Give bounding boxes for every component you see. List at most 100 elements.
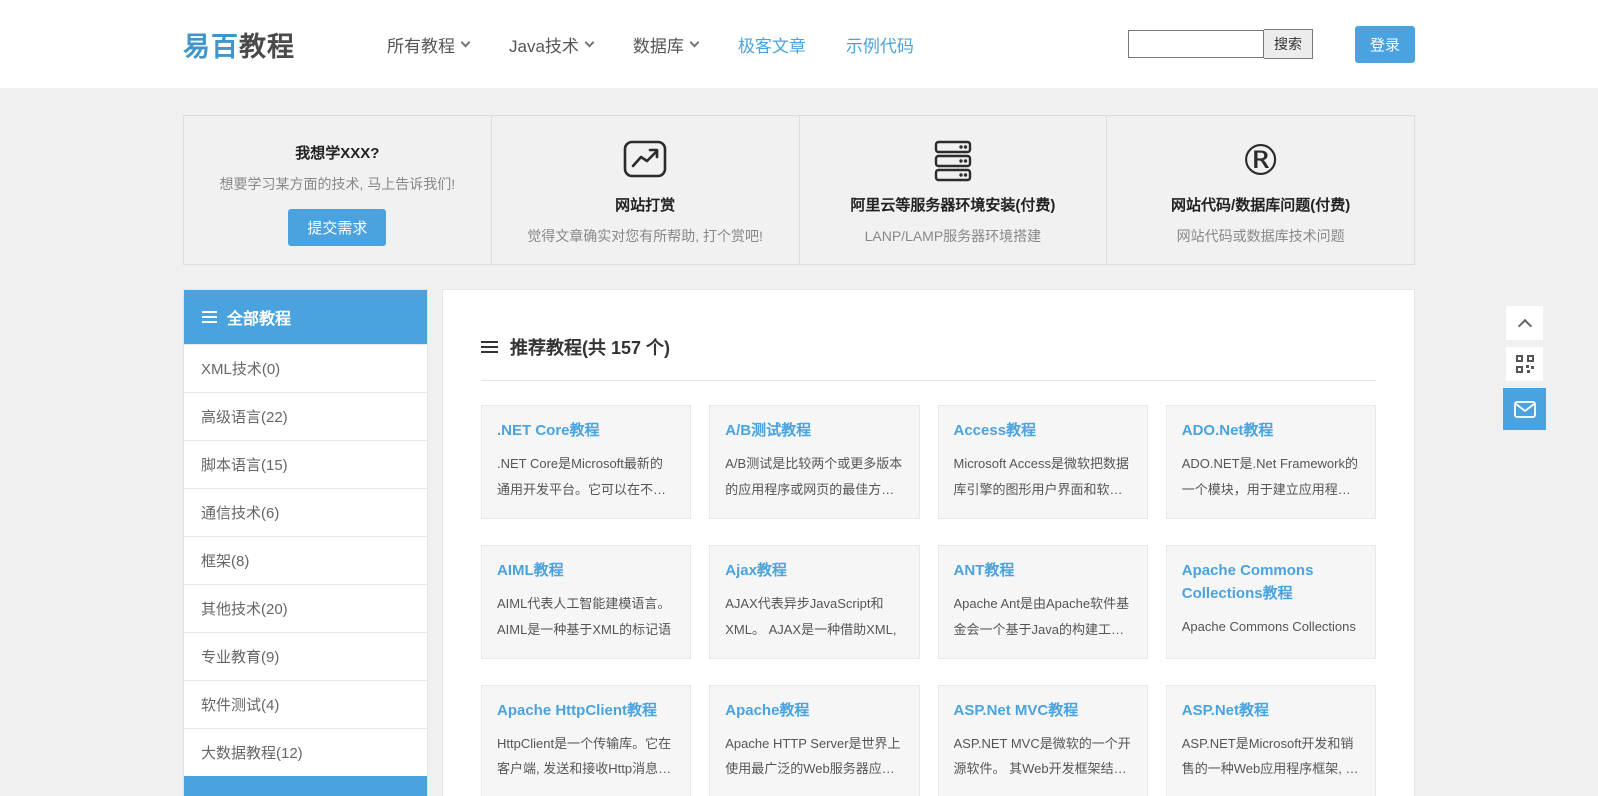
sidebar-item-xml[interactable]: XML技术(0) <box>184 344 427 392</box>
panel-title: 推荐教程 <box>510 338 582 358</box>
nav-item-database[interactable]: 数据库 <box>633 32 700 57</box>
sidebar-item-label: 脚本语言(15) <box>201 457 288 474</box>
tutorial-card-title[interactable]: ASP.Net教程 <box>1182 699 1360 722</box>
tutorial-card[interactable]: ASP.Net MVC教程 ASP.NET MVC是微软的一个开源软件。 其We… <box>937 684 1148 796</box>
tutorial-card-desc: A/B测试是比较两个或更多版本的应用程序或网页的最佳方式之一。 <box>725 456 903 497</box>
nav-item-java[interactable]: Java技术 <box>509 32 595 57</box>
registered-trademark-icon: ® <box>1239 136 1283 186</box>
tutorial-card-title[interactable]: Access教程 <box>954 419 1132 442</box>
tutorial-card-title[interactable]: .NET Core教程 <box>497 419 675 442</box>
promo-title: 我想学XXX? <box>295 145 380 162</box>
nav-item-sample-code[interactable]: 示例代码 <box>846 32 914 57</box>
tutorial-card[interactable]: A/B测试教程 A/B测试是比较两个或更多版本的应用程序或网页的最佳方式之一。 <box>709 405 920 519</box>
nav-item-geek-articles[interactable]: 极客文章 <box>738 32 806 57</box>
tutorial-card-desc: AIML代表人工智能建模语言。AIML是一种基于XML的标记语 <box>497 596 672 637</box>
promo-title: 网站代码/数据库问题(付费) <box>1171 197 1351 214</box>
contact-mail-button[interactable] <box>1503 388 1546 430</box>
tutorial-card-desc: Apache Ant是由Apache软件基金会一个基于Java的构建工具。 <box>953 596 1130 637</box>
login-button[interactable]: 登录 <box>1354 25 1415 63</box>
tutorial-card-grid: .NET Core教程 .NET Core是Microsoft最新的通用开发平台… <box>481 405 1376 796</box>
tutorial-card-desc: .NET Core是Microsoft最新的通用开发平台。它可以在不同的平台 <box>497 456 667 497</box>
sidebar-item-advanced-languages[interactable]: 高级语言(22) <box>184 392 427 440</box>
nav-item-all-tutorials[interactable]: 所有教程 <box>387 32 471 57</box>
sidebar-item-label: 其他技术(20) <box>201 601 288 618</box>
tutorial-card-title[interactable]: Ajax教程 <box>725 559 903 582</box>
tutorial-card-desc: ASP.NET MVC是微软的一个开源软件。 其Web开发框架结合了 <box>953 736 1131 777</box>
nav-item-label: Java技术 <box>509 36 579 56</box>
tutorial-card-title[interactable]: Apache Commons Collections教程 <box>1182 559 1360 606</box>
tutorial-card-desc: AJAX代表异步JavaScript和XML。 AJAX是一种借助XML, <box>725 596 897 637</box>
nav-item-label: 极客文章 <box>737 36 806 56</box>
qr-code-button[interactable] <box>1506 347 1543 381</box>
tutorial-card[interactable]: Ajax教程 AJAX代表异步JavaScript和XML。 AJAX是一种借助… <box>709 544 920 659</box>
submit-request-button[interactable]: 提交需求 <box>288 209 387 246</box>
search-box: 搜索 <box>1127 29 1313 59</box>
promo-desc: 觉得文章确实对您有所帮助, 打个赏吧! <box>527 228 763 244</box>
main-content: 全部教程 XML技术(0) 高级语言(22) 脚本语言(15) 通信技术(6) … <box>183 289 1415 796</box>
divider <box>481 380 1376 381</box>
tutorial-card-title[interactable]: A/B测试教程 <box>725 419 903 442</box>
site-logo[interactable]: 易百教程 <box>183 25 295 64</box>
main-nav: 所有教程 Java技术 数据库 极客文章 示例代码 <box>387 32 914 57</box>
search-input[interactable] <box>1127 30 1264 58</box>
tutorial-card[interactable]: Apache教程 Apache HTTP Server是世界上使用最广泛的Web… <box>709 684 920 796</box>
tutorial-card-title[interactable]: AIML教程 <box>497 559 675 582</box>
panel-count: (共 157 个) <box>582 338 671 358</box>
promo-strip: 我想学XXX? 想要学习某方面的技术, 马上告诉我们! 提交需求 网站打赏 觉得… <box>183 115 1415 265</box>
logo-text-secondary: 教程 <box>239 31 295 62</box>
chevron-down-icon <box>460 37 471 47</box>
sidebar-header-all-tutorials[interactable]: 全部教程 <box>184 290 427 344</box>
tutorial-card[interactable]: ASP.Net教程 ASP.NET是Microsoft开发和销售的一种Web应用… <box>1165 684 1376 796</box>
promo-title: 阿里云等服务器环境安装(付费) <box>850 197 1056 214</box>
floating-toolbar <box>1503 306 1546 430</box>
sidebar-item-communication[interactable]: 通信技术(6) <box>184 488 427 536</box>
tutorial-card[interactable]: ANT教程 Apache Ant是由Apache软件基金会一个基于Java的构建… <box>937 544 1148 659</box>
chevron-up-icon <box>1517 318 1532 333</box>
recommended-tutorials-panel: 推荐教程 (共 157 个) .NET Core教程 .NET Core是Mic… <box>442 289 1415 796</box>
sidebar-item-label: 大数据教程(12) <box>201 745 303 762</box>
sidebar-item-label: XML技术(0) <box>201 361 281 378</box>
promo-box-paid-help: ® 网站代码/数据库问题(付费) 网站代码或数据库技术问题 <box>1106 116 1414 264</box>
sidebar-item-big-data[interactable]: 大数据教程(12) <box>184 728 427 776</box>
sidebar-item-label: 通信技术(6) <box>201 505 280 522</box>
promo-box-request: 我想学XXX? 想要学习某方面的技术, 马上告诉我们! 提交需求 <box>184 116 491 264</box>
sidebar-item-software-testing[interactable]: 软件测试(4) <box>184 680 427 728</box>
tutorial-card[interactable]: Access教程 Microsoft Access是微软把数据库引擎的图形用户界… <box>937 405 1148 519</box>
recommended-tutorials-header: 推荐教程 (共 157 个) <box>481 334 1376 360</box>
envelope-icon <box>1513 400 1536 418</box>
logo-text-primary: 易百 <box>183 31 239 62</box>
tutorial-card-title[interactable]: Apache教程 <box>725 699 903 722</box>
tutorial-card[interactable]: Apache HttpClient教程 HttpClient是一个传输库。它在客… <box>481 684 692 796</box>
back-to-top-button[interactable] <box>1506 306 1543 340</box>
tutorial-card-title[interactable]: ANT教程 <box>954 559 1132 582</box>
tutorial-card-title[interactable]: ASP.Net MVC教程 <box>954 699 1132 722</box>
sidebar-item-label: 高级语言(22) <box>201 409 288 426</box>
qr-code-icon <box>1515 355 1534 373</box>
tutorial-card-title[interactable]: Apache HttpClient教程 <box>497 699 675 722</box>
sidebar-header-label: 全部教程 <box>227 311 292 328</box>
tutorial-card-desc: Microsoft Access是微软把数据库引擎的图形用户界面和软件开发工具 <box>953 456 1130 497</box>
sidebar-item-frameworks[interactable]: 框架(8) <box>184 536 427 584</box>
sidebar-item-label: 框架(8) <box>201 553 250 570</box>
tutorial-card[interactable]: .NET Core教程 .NET Core是Microsoft最新的通用开发平台… <box>481 405 692 519</box>
promo-desc: 网站代码或数据库技术问题 <box>1176 228 1345 244</box>
sidebar-item-professional-education[interactable]: 专业教育(9) <box>184 632 427 680</box>
tutorial-card[interactable]: AIML教程 AIML代表人工智能建模语言。AIML是一种基于XML的标记语 <box>481 544 692 659</box>
promo-desc: LANP/LAMP服务器环境搭建 <box>864 228 1042 244</box>
server-stack-icon <box>930 138 976 184</box>
promo-box-donate: 网站打赏 觉得文章确实对您有所帮助, 打个赏吧! <box>490 116 799 264</box>
sidebar-item-partial[interactable] <box>184 776 427 796</box>
category-sidebar: 全部教程 XML技术(0) 高级语言(22) 脚本语言(15) 通信技术(6) … <box>183 289 428 796</box>
search-button[interactable]: 搜索 <box>1263 29 1313 59</box>
sidebar-item-script-languages[interactable]: 脚本语言(15) <box>184 440 427 488</box>
tutorial-card-title[interactable]: ADO.Net教程 <box>1182 419 1360 442</box>
tutorial-card[interactable]: ADO.Net教程 ADO.NET是.Net Framework的一个模块，用于… <box>1165 405 1376 519</box>
chevron-down-icon <box>584 37 595 47</box>
presentation-chart-icon <box>621 138 669 184</box>
chevron-down-icon <box>689 37 700 47</box>
promo-title: 网站打赏 <box>615 197 676 214</box>
tutorial-card-desc: Apache Commons Collections <box>1181 619 1356 635</box>
promo-box-server-install: 阿里云等服务器环境安装(付费) LANP/LAMP服务器环境搭建 <box>798 116 1107 264</box>
sidebar-item-other-tech[interactable]: 其他技术(20) <box>184 584 427 632</box>
tutorial-card[interactable]: Apache Commons Collections教程 Apache Comm… <box>1165 544 1376 659</box>
